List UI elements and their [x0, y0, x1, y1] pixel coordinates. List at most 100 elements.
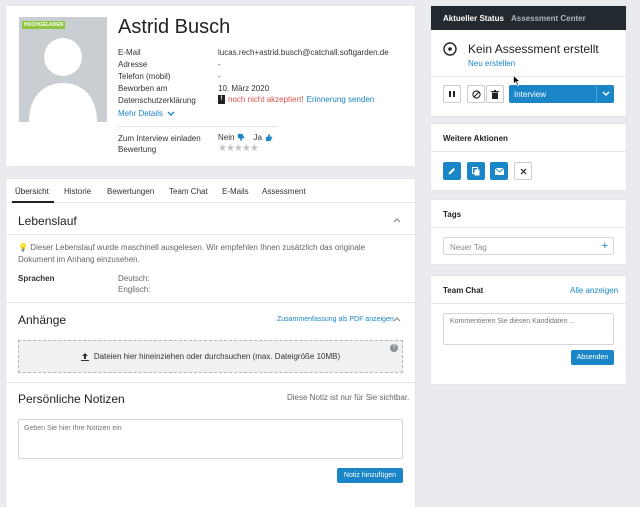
- tab-overview[interactable]: Übersicht: [15, 187, 49, 196]
- stage-select[interactable]: Interview: [509, 85, 614, 103]
- divider: [431, 303, 626, 304]
- cv-notice: 💡 Dieser Lebenslauf wurde maschinell aus…: [18, 242, 403, 266]
- status-heading: Kein Assessment erstellt: [468, 42, 599, 56]
- envelope-icon: [494, 167, 504, 175]
- tag-input[interactable]: Neuer Tag +: [443, 237, 614, 255]
- edit-button[interactable]: [443, 162, 461, 180]
- field-value-phone: -: [218, 72, 221, 81]
- document-warning-icon: !: [218, 95, 225, 104]
- add-tag-button[interactable]: +: [602, 240, 608, 252]
- tab-team-chat[interactable]: Team Chat: [169, 187, 208, 196]
- pause-icon: [449, 91, 455, 97]
- summary-pdf-link[interactable]: Zusammenfassung als PDF anzeigen: [277, 316, 394, 323]
- uploaded-badge: HOCHGELADEN: [22, 21, 66, 29]
- divider: [431, 227, 626, 228]
- rating-stars[interactable]: ★★★★★: [218, 143, 259, 154]
- invite-toggle: Nein Ja: [218, 133, 274, 142]
- delete-button[interactable]: [486, 85, 504, 103]
- tab-overview-underline: [12, 201, 54, 203]
- tab-ratings[interactable]: Bewertungen: [107, 187, 154, 196]
- more-details-link[interactable]: Mehr Details: [118, 109, 175, 118]
- candidate-name: Astrid Busch: [118, 16, 231, 38]
- tab-history[interactable]: Historie: [64, 187, 91, 196]
- notes-title: Persönliche Notizen: [18, 392, 125, 406]
- divider: [6, 302, 415, 303]
- privacy-status-row: ! noch nicht akzeptiert! Erinnerung send…: [218, 95, 374, 104]
- pause-button[interactable]: [443, 85, 461, 103]
- field-value-email[interactable]: lucas.rech+astrid.busch@catchall.softgar…: [218, 48, 389, 57]
- divider: [118, 126, 278, 127]
- thumbs-down-icon[interactable]: [237, 133, 246, 142]
- chevron-up-icon[interactable]: [393, 316, 401, 322]
- tags-card: Tags Neuer Tag +: [431, 200, 626, 264]
- close-action-button[interactable]: [514, 162, 532, 180]
- rating-label: Bewertung: [118, 145, 157, 154]
- avatar-placeholder-icon: [29, 38, 97, 122]
- status-header: Aktueller Status Assessment Center: [431, 6, 626, 30]
- thumbs-up-icon[interactable]: [265, 133, 274, 142]
- team-chat-card: Team Chat Alle anzeigen Absenden: [431, 276, 626, 384]
- team-chat-textarea[interactable]: [443, 313, 614, 345]
- target-icon: [443, 42, 457, 56]
- invite-no-label: Nein: [218, 133, 235, 142]
- privacy-status: noch nicht akzeptiert!: [228, 95, 304, 104]
- reject-button[interactable]: [467, 85, 485, 103]
- mouse-cursor-icon: [513, 75, 521, 86]
- stage-value: Interview: [514, 89, 547, 99]
- copy-button[interactable]: [467, 162, 485, 180]
- trash-icon: [491, 89, 499, 99]
- tag-input-placeholder: Neuer Tag: [450, 243, 487, 252]
- help-icon[interactable]: ?: [390, 344, 398, 352]
- upload-dropzone[interactable]: Dateien hier hineinziehen oder durchsuch…: [18, 340, 403, 373]
- show-all-link[interactable]: Alle anzeigen: [570, 286, 618, 295]
- field-label-applied: Beworben am: [118, 84, 168, 93]
- cv-notice-text: Dieser Lebenslauf wurde maschinell ausge…: [18, 243, 366, 264]
- divider: [431, 76, 626, 77]
- status-card: Aktueller Status Assessment Center Kein …: [431, 6, 626, 116]
- field-label-privacy: Datenschutzerklärung: [118, 96, 196, 105]
- field-label-phone: Telefon (mobil): [118, 72, 171, 81]
- profile-card: HOCHGELADEN Astrid Busch E-Mail lucas.re…: [6, 6, 415, 166]
- add-note-button[interactable]: Notiz hinzufügen: [337, 468, 403, 483]
- tab-bar: Übersicht Historie Bewertungen Team Chat…: [6, 179, 415, 203]
- attachments-title: Anhänge: [18, 313, 67, 327]
- avatar: HOCHGELADEN: [19, 17, 107, 122]
- tab-current-status[interactable]: Aktueller Status: [443, 14, 504, 23]
- field-label-address: Adresse: [118, 60, 148, 69]
- field-value-address: -: [218, 60, 221, 69]
- main-panel: Übersicht Historie Bewertungen Team Chat…: [6, 179, 415, 507]
- field-label-email: E-Mail: [118, 48, 141, 57]
- notes-textarea[interactable]: [18, 419, 403, 459]
- stage-dropdown-toggle: [596, 85, 614, 103]
- cv-title: Lebenslauf: [18, 214, 77, 228]
- dropzone-text: Dateien hier hineinziehen oder durchsuch…: [93, 352, 341, 361]
- team-chat-title: Team Chat: [443, 286, 484, 295]
- pencil-icon: [448, 168, 455, 175]
- send-button[interactable]: Absenden: [571, 350, 614, 365]
- divider: [6, 382, 415, 383]
- upload-icon: [80, 352, 89, 361]
- tab-assessment[interactable]: Assessment: [262, 187, 306, 196]
- more-details-label: Mehr Details: [118, 109, 163, 118]
- chevron-down-icon: [601, 91, 610, 97]
- invite-label: Zum Interview einladen: [118, 134, 201, 143]
- divider: [431, 151, 626, 152]
- chevron-up-icon[interactable]: [393, 217, 401, 223]
- email-button[interactable]: [490, 162, 508, 180]
- tab-emails[interactable]: E-Mails: [222, 187, 249, 196]
- tags-title: Tags: [443, 210, 462, 219]
- languages-label: Sprachen: [18, 274, 55, 283]
- privacy-reminder-link[interactable]: Erinnerung senden: [307, 95, 375, 104]
- new-assessment-link[interactable]: Neu erstellen: [468, 59, 515, 68]
- field-value-applied: 10. März 2020: [218, 84, 270, 93]
- copy-icon: [472, 166, 480, 175]
- language-german: Deutsch:: [118, 274, 150, 283]
- close-icon: [520, 168, 526, 174]
- further-actions-title: Weitere Aktionen: [443, 134, 508, 143]
- invite-yes-label: Ja: [253, 133, 262, 142]
- further-actions-card: Weitere Aktionen: [431, 124, 626, 190]
- language-english: Englisch:: [118, 285, 151, 294]
- block-icon: [471, 89, 481, 99]
- lightbulb-icon: 💡: [18, 243, 28, 252]
- tab-assessment-center[interactable]: Assessment Center: [511, 14, 586, 23]
